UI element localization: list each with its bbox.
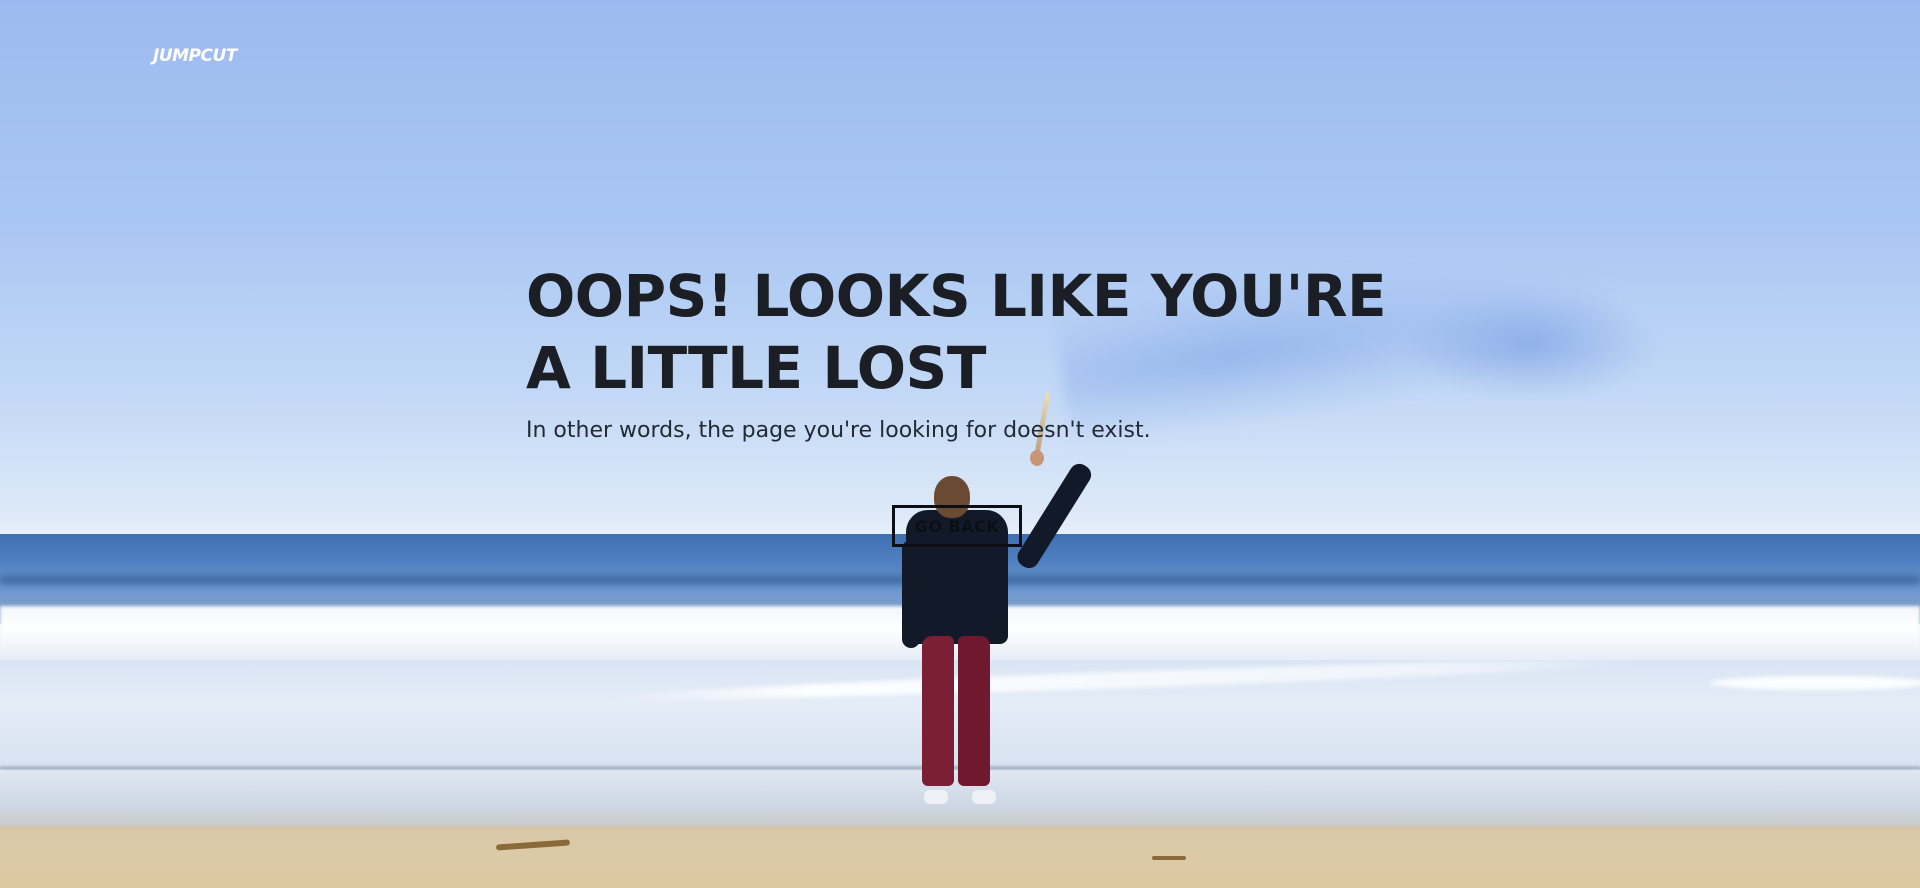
wave-line-right <box>1710 676 1920 690</box>
jumpcut-logo[interactable]: JUMPCUT <box>153 46 237 66</box>
kelp-small <box>1152 856 1186 860</box>
error-subtitle: In other words, the page you're looking … <box>526 418 1151 443</box>
shore-wash <box>0 660 1920 770</box>
error-headline: OOPS! LOOKS LIKE YOU'RE A LITTLE LOST <box>526 262 1387 402</box>
sand <box>0 826 1920 888</box>
go-back-button[interactable]: GO BACK <box>892 505 1022 547</box>
hero-background-photo: JUMPCUT OOPS! LOOKS LIKE YOU'RE A LITTLE… <box>0 0 1920 888</box>
smoke-plume-secondary <box>1400 290 1660 400</box>
hand <box>1030 450 1044 466</box>
surf-foam <box>0 606 1920 660</box>
ocean-swell <box>0 575 1920 585</box>
wet-sand <box>0 770 1920 826</box>
error-message-block: OOPS! LOOKS LIKE YOU'RE A LITTLE LOST In… <box>526 260 1426 443</box>
